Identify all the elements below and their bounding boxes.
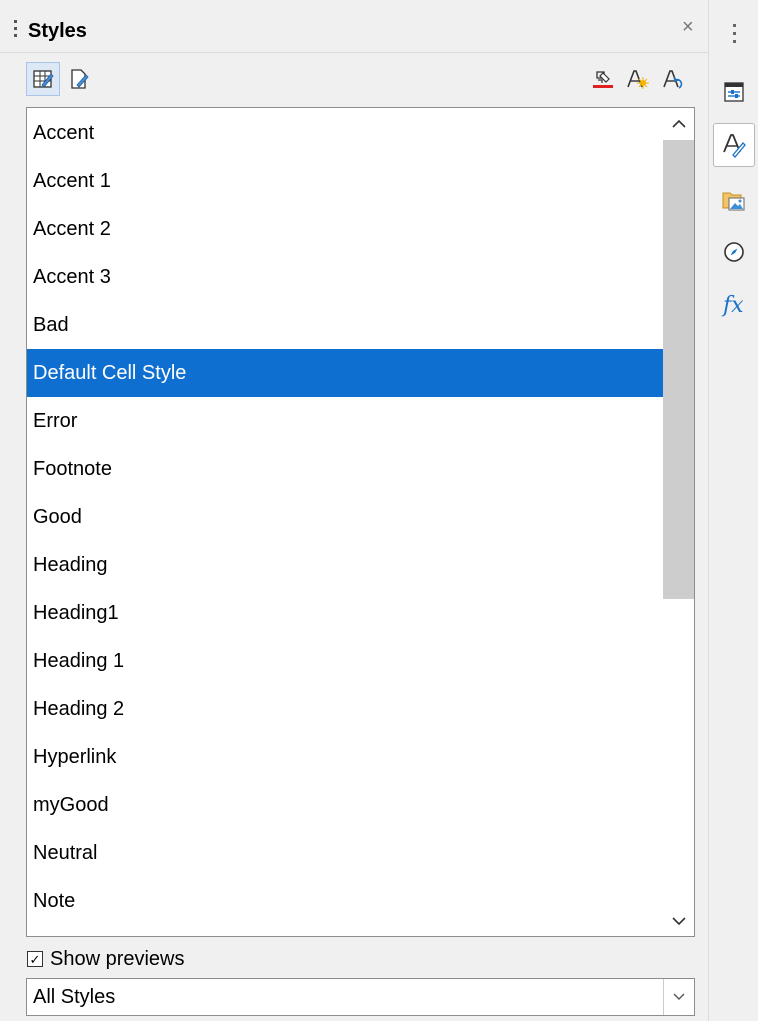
sidebar-tab-functions[interactable]: fx: [713, 282, 755, 326]
sidebar-tab-styles[interactable]: [713, 123, 755, 167]
checkbox-box[interactable]: ✓: [27, 951, 43, 967]
style-list-item[interactable]: Neutral: [27, 829, 663, 877]
style-list-item[interactable]: Footnote: [27, 445, 663, 493]
scrollbar-track[interactable]: [663, 140, 694, 905]
fill-format-mode-button[interactable]: [586, 62, 620, 96]
style-list-item[interactable]: Accent 2: [27, 205, 663, 253]
properties-icon: [724, 82, 744, 102]
style-list-item[interactable]: Heading1: [27, 589, 663, 637]
style-list-item[interactable]: Heading: [27, 541, 663, 589]
dropdown-arrow[interactable]: [663, 979, 694, 1015]
page-styles-button[interactable]: [62, 62, 96, 96]
gallery-icon: [722, 192, 745, 211]
style-filter-dropdown[interactable]: All Styles: [26, 978, 695, 1016]
styles-list[interactable]: Note Neutral myGood Hyperlink Heading 2 Headi…: [26, 107, 695, 937]
style-list-item[interactable]: myGood: [27, 781, 663, 829]
drag-grip-icon[interactable]: [14, 20, 18, 42]
styles-toolbar: [0, 56, 708, 104]
scrollbar-thumb[interactable]: [663, 140, 694, 599]
sidebar-menu-icon[interactable]: [733, 24, 736, 48]
cell-styles-button[interactable]: [26, 62, 60, 96]
style-list-item[interactable]: Note: [27, 877, 663, 925]
panel-titlebar: Styles ×: [0, 0, 708, 53]
chevron-up-icon: [671, 119, 686, 128]
styles-icon: [723, 134, 746, 158]
show-previews-checkbox[interactable]: ✓ Show previews: [27, 946, 185, 972]
navigator-icon: [724, 242, 744, 262]
style-list-item[interactable]: Accent 3: [27, 253, 663, 301]
styles-panel: Styles × Note Neutral myGood Hyperlink H…: [0, 0, 708, 1021]
sidebar-tab-gallery[interactable]: [713, 178, 755, 222]
style-list-item[interactable]: Accent: [27, 109, 663, 157]
style-filter-value: All Styles: [33, 986, 116, 1008]
style-list-item[interactable]: Hyperlink: [27, 733, 663, 781]
style-list-item[interactable]: Default Cell Style: [27, 349, 663, 397]
sidebar-tab-navigator[interactable]: [713, 230, 755, 274]
style-list-item[interactable]: Heading 1: [27, 637, 663, 685]
sidebar-tabbar: fx: [708, 0, 758, 1021]
checkmark-icon: ✓: [29, 951, 41, 967]
fill-format-mode-icon: [593, 71, 613, 88]
close-icon[interactable]: ×: [682, 16, 694, 39]
svg-text:fx: fx: [721, 293, 744, 318]
scroll-up-button[interactable]: [663, 108, 694, 140]
new-style-button[interactable]: [620, 62, 654, 96]
new-style-from-selection-icon: [627, 70, 649, 89]
style-list-item[interactable]: Bad: [27, 301, 663, 349]
update-style-button[interactable]: [656, 62, 690, 96]
scroll-down-button[interactable]: [663, 905, 694, 936]
update-style-icon: [663, 70, 683, 89]
style-list-item[interactable]: Heading 2: [27, 685, 663, 733]
functions-icon: fx: [721, 293, 744, 318]
style-list-item[interactable]: Good: [27, 493, 663, 541]
page-styles-icon: [71, 69, 89, 89]
cell-styles-icon: [33, 70, 54, 88]
sidebar-tab-properties[interactable]: [713, 70, 755, 114]
style-list-item[interactable]: Accent 1: [27, 157, 663, 205]
chevron-down-icon: [671, 917, 686, 926]
show-previews-label: Show previews: [50, 947, 185, 970]
panel-title: Styles: [28, 20, 87, 42]
style-list-item[interactable]: Error: [27, 397, 663, 445]
chevron-down-icon: [673, 993, 685, 1000]
